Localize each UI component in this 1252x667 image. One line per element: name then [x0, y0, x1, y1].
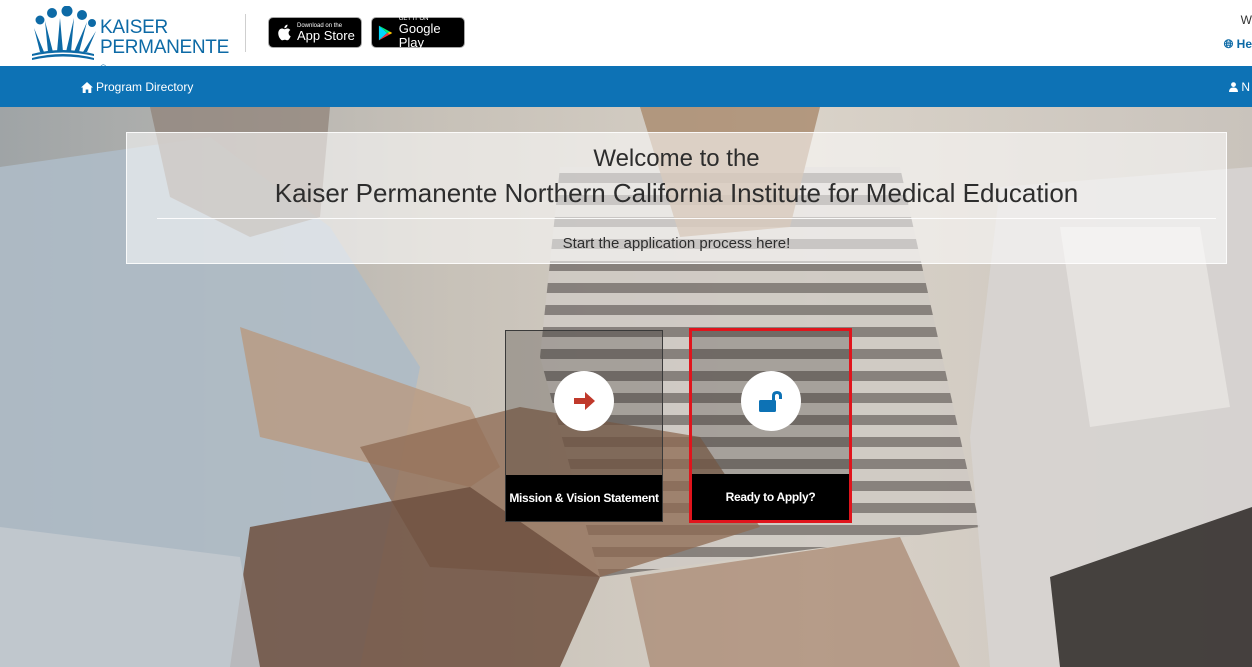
apply-icon-circle: [740, 371, 801, 431]
nav-program-directory-label: Program Directory: [96, 80, 194, 94]
header-divider: [245, 14, 246, 52]
arrow-right-icon: [574, 392, 595, 410]
nav-user-label: N: [1241, 80, 1250, 94]
globe-icon: 🌐︎: [1223, 37, 1234, 51]
ready-to-apply-tile[interactable]: Ready to Apply?: [689, 328, 852, 523]
apple-icon: [278, 24, 291, 41]
ready-to-apply-label: Ready to Apply?: [692, 474, 849, 520]
welcome-divider: [157, 218, 1216, 219]
google-play-badge[interactable]: GET IT ON Google Play: [371, 16, 465, 50]
kaiser-permanente-logo[interactable]: KAISER PERMANENTE®: [30, 6, 230, 73]
logo-text-line1: KAISER: [100, 17, 168, 38]
welcome-panel: Welcome to the Kaiser Permanente Norther…: [126, 132, 1227, 264]
welcome-heading-line2: Kaiser Permanente Northern California In…: [274, 178, 1079, 208]
logo-text-line2: PERMANENTE: [100, 37, 229, 58]
user-icon: [1229, 82, 1239, 92]
unlock-icon: [758, 391, 782, 412]
site-header: KAISER PERMANENTE® Download on the App S…: [0, 0, 1252, 73]
mission-vision-tile[interactable]: Mission & Vision Statement: [505, 330, 663, 522]
help-link-label: He: [1236, 37, 1252, 51]
home-icon: [81, 81, 93, 93]
mission-vision-label: Mission & Vision Statement: [506, 475, 662, 521]
help-link[interactable]: 🌐︎ He: [1224, 37, 1252, 52]
google-play-icon: [378, 25, 393, 40]
logo-mark-icon: [32, 6, 96, 60]
welcome-heading-line1: Welcome to the: [593, 145, 760, 172]
nav-program-directory[interactable]: Program Directory: [81, 80, 193, 94]
google-play-big-text: Google Play: [398, 20, 441, 50]
nav-user-menu[interactable]: N: [1229, 80, 1250, 94]
header-welcome-text: W: [1240, 13, 1252, 27]
welcome-subtitle: Start the application process here!: [562, 235, 791, 252]
main-nav-bar: Program Directory N: [0, 66, 1252, 107]
app-store-badge[interactable]: Download on the App Store: [268, 17, 362, 48]
mission-icon-circle: [554, 371, 614, 431]
app-store-big-text: App Store: [297, 27, 355, 43]
